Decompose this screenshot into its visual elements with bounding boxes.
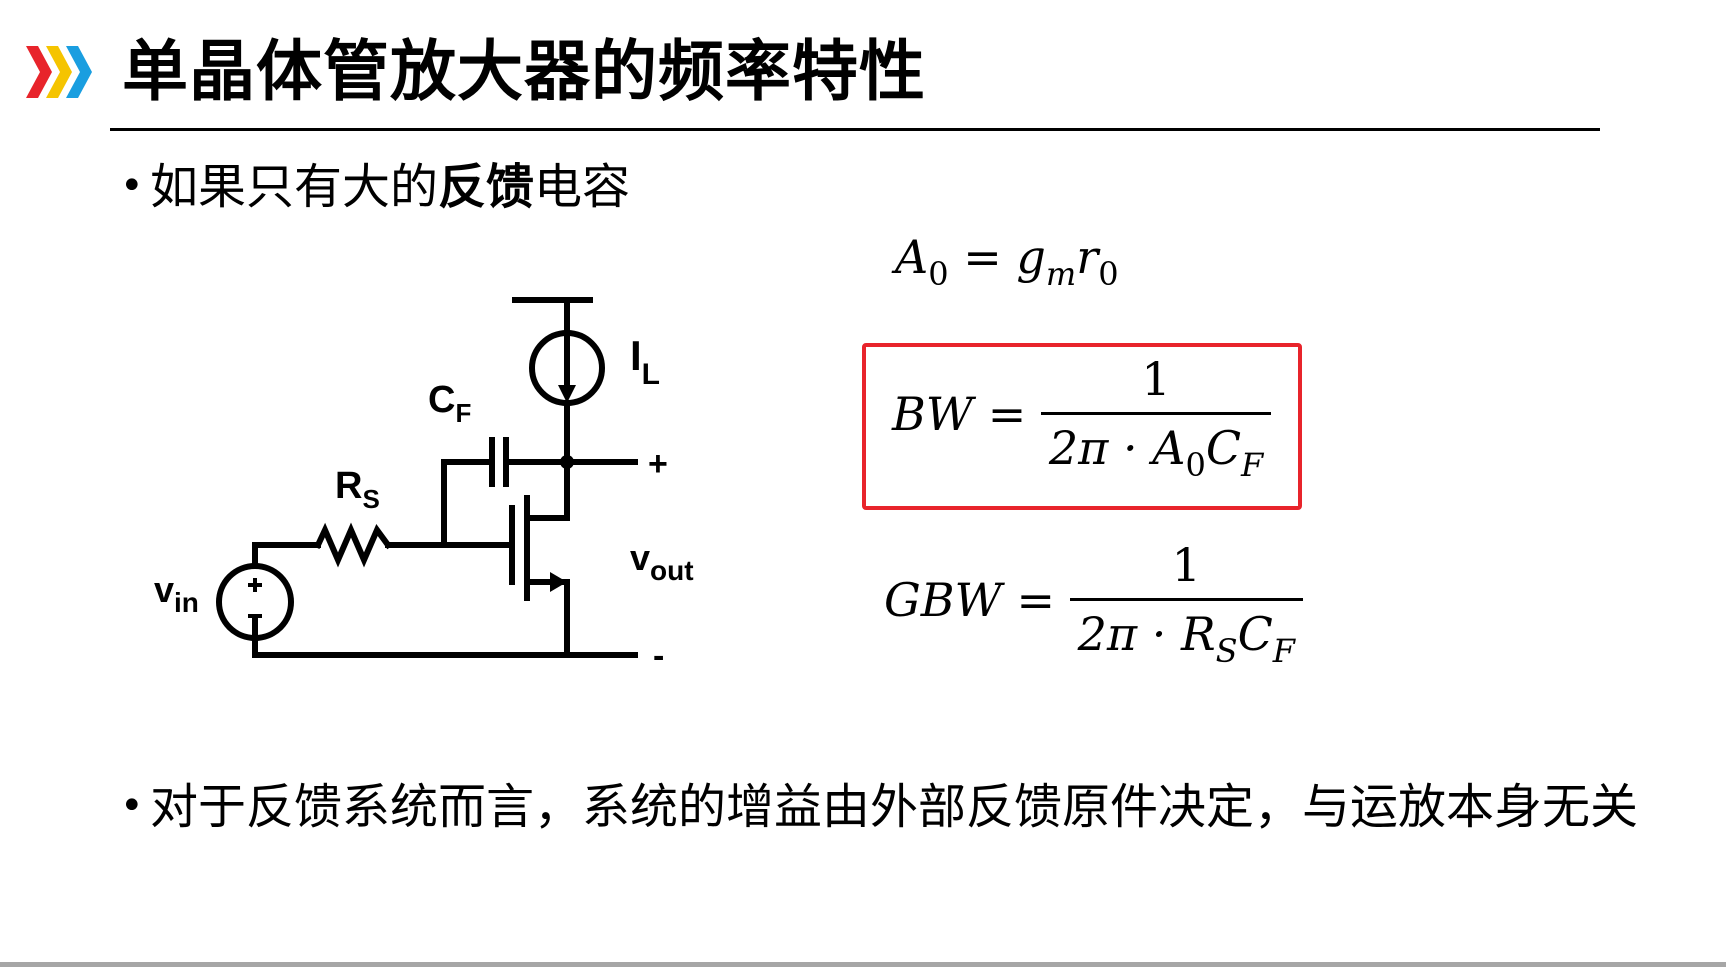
footer-bar [0, 962, 1726, 967]
bullet-feedback-capacitor: • 如果只有大的反馈电容 [120, 156, 630, 217]
label-plus: + [648, 445, 668, 483]
label-vin: vin [154, 569, 199, 618]
label-cf: CF [428, 379, 471, 428]
bullet-dot: • [120, 783, 144, 829]
bullet-dot: • [120, 163, 144, 209]
bw-fraction: 1 2π · A0CF [1040, 352, 1272, 484]
resistor-rs [314, 522, 393, 568]
page-title: 单晶体管放大器的频率特性 [122, 33, 926, 110]
amplifier-circuit-diagram: IL CF RS vin vout + - [154, 297, 694, 675]
label-minus: - [653, 637, 664, 675]
equation-gbw: GBW = 1 2π · RSCF [884, 538, 1303, 670]
label-il: IL [630, 332, 660, 391]
bullet-feedback-system: • 对于反馈系统而言，系统的增益由外部反馈原件决定，与运放本身无关 [120, 776, 1638, 837]
label-vout: vout [630, 537, 694, 586]
gbw-fraction: 1 2π · RSCF [1069, 538, 1303, 670]
title-divider [110, 128, 1600, 131]
equation-bw: BW = 1 2π · A0CF [892, 352, 1272, 484]
title-chevron-icon [26, 46, 92, 98]
label-rs: RS [335, 465, 380, 514]
equation-a0: A0 = gmr0 [895, 230, 1119, 293]
